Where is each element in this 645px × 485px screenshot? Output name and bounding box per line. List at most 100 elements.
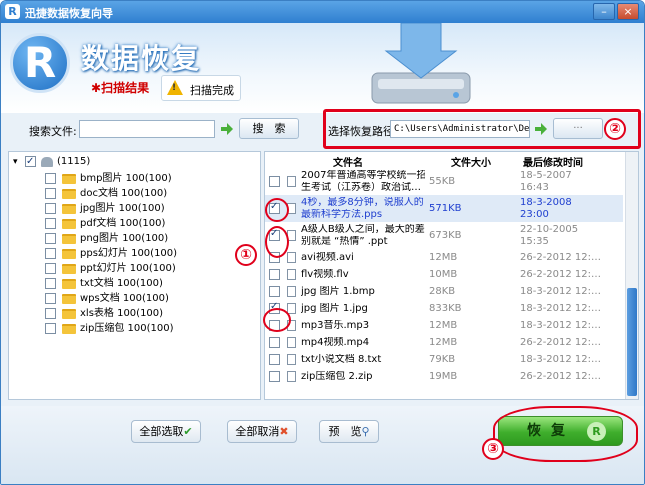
checkbox[interactable]: [45, 203, 56, 214]
column-header-name[interactable]: 文件名: [333, 154, 363, 169]
window-title: 迅捷数据恢复向导: [25, 7, 113, 20]
search-label: 搜索文件:: [29, 125, 77, 138]
tree-item-label: ppt幻灯片 100(100): [80, 263, 176, 274]
file-row[interactable]: 4秒，最多8分钟，说服人的最新科学方法.pps 571KB 18-3-200823:…: [265, 195, 623, 222]
file-name-line1: 4秒，最多8分钟，说服人的: [301, 197, 424, 208]
column-header-date[interactable]: 最后修改时间: [523, 154, 583, 169]
annotation-number-2: ②: [604, 118, 626, 140]
tree-item[interactable]: pps幻灯片 100(100): [45, 246, 245, 262]
checkbox[interactable]: [45, 263, 56, 274]
search-button[interactable]: 搜 索: [239, 118, 299, 139]
file-row[interactable]: 2007年普通高等学校统一招 生考试（江苏卷）政治试… 55KB 18-5-2007 1…: [265, 168, 623, 195]
file-size: 12MB: [429, 337, 458, 348]
checkbox[interactable]: [45, 248, 56, 259]
tab-scan-results[interactable]: ✱扫描结果: [91, 79, 149, 96]
search-input[interactable]: [79, 120, 215, 138]
scrollbar-thumb[interactable]: [627, 288, 637, 396]
tree-item-label: bmp图片 100(100): [80, 173, 172, 184]
checkbox[interactable]: [45, 278, 56, 289]
folder-icon: [62, 309, 76, 319]
file-name: avi视频.avi: [301, 252, 354, 263]
file-size: 10MB: [429, 269, 458, 280]
file-row[interactable]: A级人B级人之间，最大的差别就是 “热情” .ppt 673KB 22-10-200…: [265, 222, 623, 249]
select-all-label: 全部选取: [139, 425, 184, 438]
tree-item[interactable]: bmp图片 100(100): [45, 171, 245, 187]
checkbox[interactable]: [269, 337, 280, 348]
file-row[interactable]: flv视频.flv 10MB 26-2-2012 12:…: [265, 266, 623, 283]
preview-button[interactable]: 预 览⚲: [319, 420, 379, 443]
tree-item-label: wps文档 100(100): [80, 293, 169, 304]
file-size: 55KB: [429, 176, 456, 187]
document-icon: [287, 252, 296, 263]
file-name: zip压缩包 2.zip: [301, 371, 373, 382]
folder-icon: [62, 279, 76, 289]
checkbox[interactable]: [45, 218, 56, 229]
checkbox[interactable]: [25, 154, 36, 170]
checkbox[interactable]: [45, 293, 56, 304]
tree-item[interactable]: pdf文档 100(100): [45, 216, 245, 232]
file-date-line1: 18-5-2007: [520, 170, 572, 181]
annotation-ellipse-recover: [493, 406, 638, 462]
checkbox[interactable]: [269, 269, 280, 280]
tree-item[interactable]: doc文档 100(100): [45, 186, 245, 202]
file-row[interactable]: avi视频.avi 12MB 26-2-2012 12:…: [265, 249, 623, 266]
checkbox[interactable]: [45, 188, 56, 199]
folder-icon: [62, 324, 76, 334]
checkbox[interactable]: [45, 233, 56, 244]
close-button[interactable]: ×: [617, 3, 639, 20]
file-row[interactable]: txt小说文档 8.txt 79KB 18-3-2012 12:…: [265, 351, 623, 368]
checkbox[interactable]: [45, 173, 56, 184]
tab-scan-complete[interactable]: ! 扫描完成: [161, 75, 241, 101]
tree-item-label: doc文档 100(100): [80, 188, 168, 199]
folder-icon: [62, 234, 76, 244]
column-header-size[interactable]: 文件大小: [451, 154, 491, 169]
file-row[interactable]: zip压缩包 2.zip 19MB 26-2-2012 12:…: [265, 368, 623, 385]
tree-item[interactable]: jpg图片 100(100): [45, 201, 245, 217]
file-row[interactable]: jpg 图片 1.bmp 28KB 18-3-2012 12:…: [265, 283, 623, 300]
document-icon: [287, 354, 296, 365]
collapse-icon[interactable]: ▾: [13, 154, 18, 170]
file-type-tree: ▾ (1115) bmp图片 100(100) doc文档 100(100) jpg…: [8, 151, 261, 400]
tree-item[interactable]: txt文档 100(100): [45, 276, 245, 292]
tree-item[interactable]: png图片 100(100): [45, 231, 245, 247]
select-all-button[interactable]: 全部选取✔: [131, 420, 201, 443]
minimize-button[interactable]: –: [593, 3, 615, 20]
hard-drive-icon: [371, 23, 471, 104]
file-row[interactable]: mp3音乐.mp3 12MB 18-3-2012 12:…: [265, 317, 623, 334]
deselect-all-button[interactable]: 全部取消✖: [227, 420, 297, 443]
file-name-line1: A级人B级人之间，最大的差: [301, 224, 425, 235]
tree-item[interactable]: zip压缩包 100(100): [45, 321, 245, 337]
tree-item[interactable]: ppt幻灯片 100(100): [45, 261, 245, 277]
file-date: 18-3-2012 12:…: [520, 354, 602, 365]
document-icon: [287, 337, 296, 348]
file-date: 18-3-2012 12:…: [520, 286, 602, 297]
annotation-number-3: ③: [482, 438, 504, 460]
checkbox[interactable]: [45, 308, 56, 319]
cross-icon: ✖: [279, 425, 289, 438]
file-name: jpg 图片 1.jpg: [301, 303, 368, 314]
checkbox[interactable]: [269, 371, 280, 382]
tree-item[interactable]: xls表格 100(100): [45, 306, 245, 322]
app-logo: R: [10, 33, 70, 93]
tree-item-label: pdf文档 100(100): [80, 218, 166, 229]
header-banner: R 数据恢复 ✱扫描结果 ! 扫描完成: [1, 23, 644, 113]
annotation-circle: [265, 198, 289, 222]
checkbox[interactable]: [269, 354, 280, 365]
checkbox[interactable]: [45, 323, 56, 334]
checkbox[interactable]: [269, 286, 280, 297]
tree-root[interactable]: ▾ (1115): [13, 154, 253, 170]
file-row[interactable]: mp4视频.mp4 12MB 26-2-2012 12:…: [265, 334, 623, 351]
file-row[interactable]: jpg 图片 1.jpg 833KB 18-3-2012 12:…: [265, 300, 623, 317]
arrow-right-icon[interactable]: [220, 122, 234, 136]
checkbox[interactable]: [269, 176, 280, 187]
file-date: 26-2-2012 12:…: [520, 269, 602, 280]
tree-item[interactable]: wps文档 100(100): [45, 291, 245, 307]
folder-icon: [62, 219, 76, 229]
file-date-line2: 16:43: [520, 182, 549, 193]
file-list: 文件名 文件大小 最后修改时间 2007年普通高等学校统一招 生考试（江苏卷）政治…: [264, 151, 639, 400]
app-icon: R: [5, 4, 20, 19]
preview-label: 预 览: [328, 425, 362, 438]
file-name-line2: 生考试（江苏卷）政治试…: [301, 182, 421, 193]
file-date-line2: 23:00: [520, 209, 549, 220]
tab-scan-results-label: 扫描结果: [101, 81, 150, 95]
